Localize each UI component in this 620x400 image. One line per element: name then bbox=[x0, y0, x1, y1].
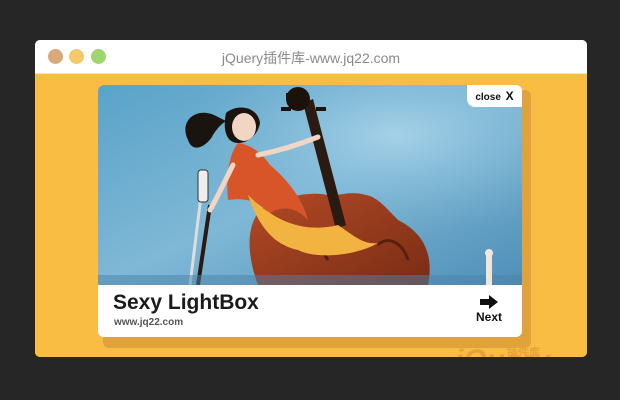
cellist-illustration bbox=[98, 85, 522, 285]
svg-text:插件库: 插件库 bbox=[507, 345, 540, 357]
page-content: close X Sexy LightBox www.jq22.com Next … bbox=[35, 74, 587, 357]
next-button[interactable]: Next bbox=[472, 295, 506, 324]
browser-window: jQuery插件库-www.jq22.com close X Sexy Ligh… bbox=[35, 40, 587, 357]
lightbox: close X Sexy LightBox www.jq22.com Next bbox=[98, 85, 522, 337]
close-label: close bbox=[475, 92, 501, 103]
window-titlebar: jQuery插件库-www.jq22.com bbox=[35, 40, 587, 74]
arrow-right-icon bbox=[480, 295, 498, 309]
lightbox-image: close X bbox=[98, 85, 522, 285]
lightbox-subtitle: www.jq22.com bbox=[114, 317, 184, 328]
jquery-watermark-logo: jQuery 插件库 bbox=[451, 344, 551, 357]
next-label: Next bbox=[475, 310, 502, 324]
close-button[interactable]: close X bbox=[467, 85, 522, 107]
window-title: jQuery插件库-www.jq22.com bbox=[221, 50, 401, 66]
close-icon: X bbox=[505, 89, 514, 103]
lightbox-title: Sexy LightBox bbox=[113, 291, 259, 314]
